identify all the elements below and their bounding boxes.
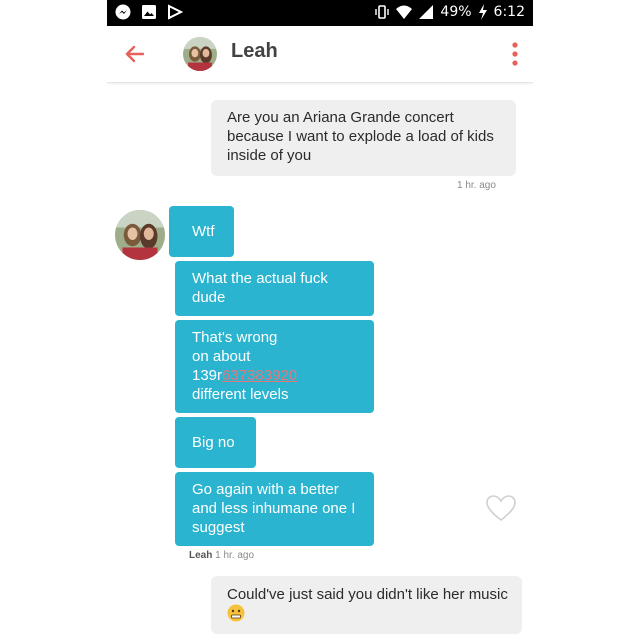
message-text: Could've just said you didn't like her m… [227, 586, 508, 603]
battery-percent: 49% [440, 4, 472, 20]
back-arrow-icon[interactable] [121, 40, 149, 68]
contact-name[interactable]: Leah [231, 40, 278, 63]
sender-name: Leah [189, 550, 213, 561]
status-left-icons [115, 4, 183, 20]
received-message[interactable]: Big no [175, 417, 256, 468]
received-message[interactable]: Go again with a better and less inhumane… [175, 472, 374, 546]
vibrate-icon [375, 5, 390, 19]
number-prefix: 139r [192, 367, 223, 384]
phone-screen: 49% 6:12 Leah Are you an Ariana Grande c… [107, 0, 533, 640]
status-right: 49% 6:12 [374, 4, 525, 20]
received-message[interactable]: Wtf [169, 206, 234, 257]
wifi-icon [396, 5, 413, 19]
status-bar: 49% 6:12 [107, 0, 533, 26]
clock: 6:12 [493, 4, 525, 20]
message-timestamp: 1 hr. ago [215, 550, 255, 561]
messenger-icon [115, 4, 131, 20]
battery-charging-icon [478, 4, 487, 20]
message-line: on about [192, 348, 251, 365]
grimace-emoji-icon [227, 604, 245, 622]
message-text: Big no [192, 434, 235, 451]
chat-header: Leah [107, 26, 533, 83]
received-message[interactable]: That's wrong on about 139r637383920 diff… [175, 320, 374, 413]
signal-icon [419, 5, 434, 19]
message-timestamp: 1 hr. ago [457, 180, 496, 191]
image-icon [142, 5, 156, 19]
sent-message[interactable]: Could've just said you didn't like her m… [211, 576, 522, 634]
profile-photo [183, 37, 217, 71]
message-line: 139r637383920 [192, 366, 364, 385]
message-meta: Leah 1 hr. ago [189, 550, 254, 561]
message-line: That's wrong [192, 329, 278, 346]
message-text: Are you an Ariana Grande concert because… [227, 109, 494, 164]
message-text: Wtf [192, 223, 215, 240]
message-text: Go again with a better and less inhumane… [192, 481, 356, 536]
phone-number-link[interactable]: 637383920 [222, 367, 297, 384]
received-message[interactable]: What the actual fuck dude [175, 261, 374, 316]
message-line: different levels [192, 386, 289, 403]
more-options-icon[interactable] [509, 40, 521, 68]
sent-message[interactable]: Are you an Ariana Grande concert because… [211, 100, 516, 176]
header-avatar[interactable] [183, 37, 217, 71]
sender-avatar[interactable] [115, 210, 165, 260]
like-heart-icon[interactable] [485, 494, 517, 522]
profile-photo [115, 210, 165, 260]
message-text: What the actual fuck dude [192, 270, 328, 306]
flag-icon [168, 4, 183, 20]
